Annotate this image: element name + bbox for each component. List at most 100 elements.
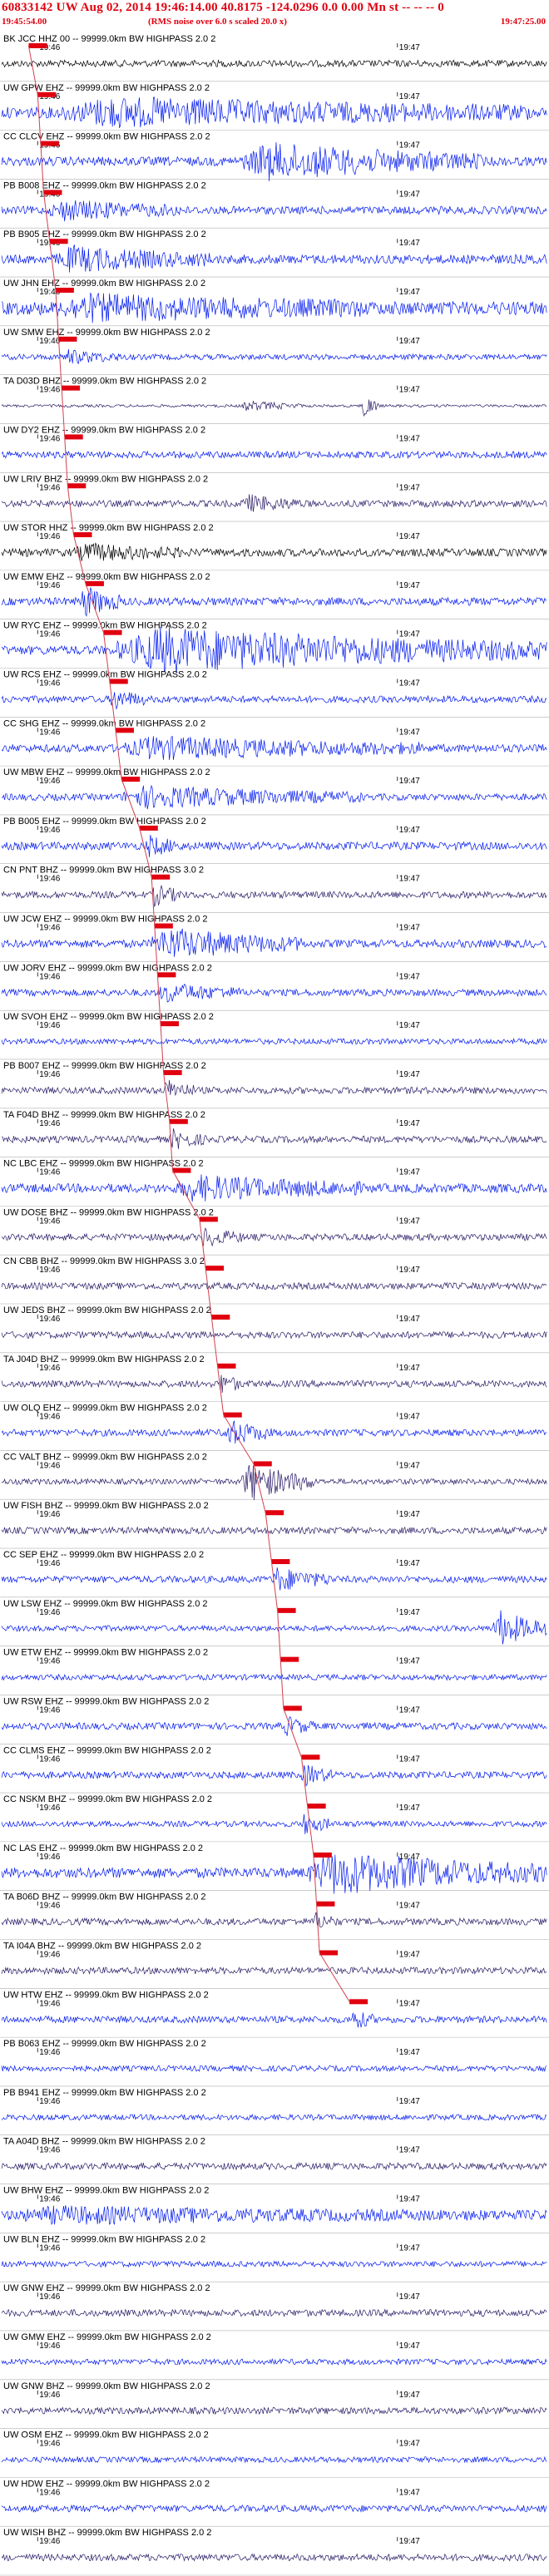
tick-label: 19:47 xyxy=(399,239,420,248)
tick-label: 19:46 xyxy=(39,2048,60,2057)
tick-label: 19:47 xyxy=(399,1999,420,2008)
tick-label: 19:46 xyxy=(39,1364,60,1373)
trace-label: TA D03D BHZ -- 99999.0km BW HIGHPASS 2.0… xyxy=(3,377,206,387)
trace-label: PB B005 EHZ -- 99999.0km BW HIGHPASS 2.0… xyxy=(3,817,206,827)
pick-marker xyxy=(301,1754,320,1760)
trace-waveform xyxy=(1,244,547,273)
tick-label: 19:47 xyxy=(399,630,420,639)
tick-label: 19:47 xyxy=(399,1705,420,1715)
trace-label: CN CBB BHZ -- 99999.0km BW HIGHPASS 3.0 … xyxy=(3,1256,205,1266)
tick-label: 19:47 xyxy=(399,288,420,297)
trace-label: PB B905 EHZ -- 99999.0km BW HIGHPASS 2.0… xyxy=(3,229,206,239)
pick-marker xyxy=(319,1950,339,1956)
trace-waveform xyxy=(1,2161,547,2171)
tick-label: 19:46 xyxy=(39,1119,60,1128)
tick-label: 19:46 xyxy=(39,679,60,688)
trace-label: PB B941 EHZ -- 99999.0km BW HIGHPASS 2.0… xyxy=(3,2088,206,2098)
tick-label: 19:47 xyxy=(399,1951,420,1960)
trace-label: UW HTW EHZ -- 99999.0km BW HIGHPASS 2.0 … xyxy=(3,1990,209,2000)
tick-label: 19:47 xyxy=(399,1266,420,1275)
tick-label: 19:47 xyxy=(399,972,420,981)
pick-marker xyxy=(265,1510,284,1516)
tick-label: 19:47 xyxy=(399,1168,420,1177)
pick-marker xyxy=(55,288,74,294)
trace-waveform xyxy=(1,1814,547,1834)
pick-marker xyxy=(154,923,173,929)
tick-label: 19:46 xyxy=(39,483,60,492)
tick-label: 19:46 xyxy=(39,434,60,443)
trace-waveform xyxy=(1,2553,547,2562)
rms-note: (RMS noise over 6.0 s scaled 20.0 x) xyxy=(148,17,287,27)
pick-marker xyxy=(73,532,92,538)
trace-label: PB B008 EHZ -- 99999.0km BW HIGHPASS 2.0… xyxy=(3,180,206,190)
tick-label: 19:47 xyxy=(399,483,420,492)
tick-label: 19:46 xyxy=(39,2146,60,2155)
tick-label: 19:47 xyxy=(399,728,420,737)
tick-label: 19:46 xyxy=(39,386,60,395)
trace-label: UW DOSE BHZ -- 99999.0km BW HIGHPASS 2.0… xyxy=(3,1207,214,1217)
trace-waveform xyxy=(1,885,547,908)
trace-label: UW MBW EHZ -- 99999.0km BW HIGHPASS 2.0 … xyxy=(3,767,210,777)
tick-label: 19:47 xyxy=(399,2537,420,2546)
trace-waveform xyxy=(1,587,547,617)
tick-label: 19:47 xyxy=(399,1608,420,1617)
trace-waveform xyxy=(1,2260,547,2268)
trace-waveform xyxy=(1,1526,547,1536)
trace-label: UW JORV EHZ -- 99999.0km BW HIGHPASS 2.0… xyxy=(3,963,212,973)
trace-label: CC SHG EHZ -- 99999.0km BW HIGHPASS 2.0 … xyxy=(3,718,205,728)
tick-label: 19:46 xyxy=(39,1999,60,2008)
pick-marker xyxy=(163,1069,182,1075)
trace-label: UW WISH BHZ -- 99999.0km BW HIGHPASS 2.0… xyxy=(3,2528,211,2538)
pick-marker xyxy=(67,483,87,489)
tick-label: 19:46 xyxy=(39,337,60,346)
tick-label: 19:46 xyxy=(39,1216,60,1226)
tick-label: 19:47 xyxy=(399,1853,420,1862)
trace-waveform xyxy=(1,626,547,674)
trace-label: UW ETW EHZ -- 99999.0km BW HIGHPASS 2.0 … xyxy=(3,1648,208,1658)
pick-marker xyxy=(121,777,141,782)
tick-label: 19:47 xyxy=(399,434,420,443)
pick-marker xyxy=(316,1901,335,1907)
trace-waveform xyxy=(1,983,547,1003)
trace-waveform xyxy=(1,692,547,710)
tick-label: 19:46 xyxy=(39,2243,60,2253)
tick-label: 19:47 xyxy=(399,1070,420,1079)
trace-label: UW STOR HHZ -- 99999.0km BW HIGHPASS 2.0… xyxy=(3,523,214,533)
trace-label: TA I04A BHZ -- 99999.0km BW HIGHPASS 2.0… xyxy=(3,1942,201,1952)
pick-marker xyxy=(280,1656,299,1662)
tick-label: 19:47 xyxy=(399,581,420,590)
trace-waveform xyxy=(1,1128,547,1149)
trace-waveform xyxy=(1,2205,547,2225)
tick-label: 19:47 xyxy=(399,1216,420,1226)
tick-label: 19:47 xyxy=(399,1119,420,1128)
tick-label: 19:47 xyxy=(399,2146,420,2155)
tick-label: 19:46 xyxy=(39,2391,60,2400)
tick-label: 19:47 xyxy=(399,1510,420,1519)
trace-label: CC CLMS EHZ -- 99999.0km BW HIGHPASS 2.0… xyxy=(3,1745,211,1755)
pick-marker xyxy=(139,825,158,831)
tick-label: 19:46 xyxy=(39,1070,60,1079)
trace-label: UW FISH BHZ -- 99999.0km BW HIGHPASS 2.0… xyxy=(3,1501,209,1511)
trace-waveform xyxy=(1,2012,547,2028)
trace-label: UW GNW EHZ -- 99999.0km BW HIGHPASS 2.0 … xyxy=(3,2283,210,2293)
tick-label: 19:47 xyxy=(399,1364,420,1373)
trace-waveform xyxy=(1,928,547,957)
trace-waveform xyxy=(1,542,547,561)
tick-label: 19:46 xyxy=(39,2440,60,2449)
tick-label: 19:46 xyxy=(39,1951,60,1960)
tick-label: 19:47 xyxy=(399,190,420,199)
trace-waveform xyxy=(1,1330,547,1340)
tick-label: 19:46 xyxy=(39,1168,60,1177)
pick-marker xyxy=(115,728,134,733)
tick-label: 19:46 xyxy=(39,1315,60,1324)
tick-label: 19:47 xyxy=(399,1413,420,1422)
trace-waveform xyxy=(1,1610,547,1645)
tick-label: 19:47 xyxy=(399,43,420,52)
tick-label: 19:46 xyxy=(39,1413,60,1422)
trace-label: UW SVOH EHZ -- 99999.0km BW HIGHPASS 2.0… xyxy=(3,1012,214,1022)
trace-label: UW JHN EHZ -- 99999.0km BW HIGHPASS 2.0 … xyxy=(3,279,205,289)
pick-marker xyxy=(169,1118,188,1124)
tick-label: 19:46 xyxy=(39,2097,60,2106)
trace-label: UW GNW BHZ -- 99999.0km BW HIGHPASS 2.0 … xyxy=(3,2381,210,2391)
trace-waveform xyxy=(1,2357,547,2366)
